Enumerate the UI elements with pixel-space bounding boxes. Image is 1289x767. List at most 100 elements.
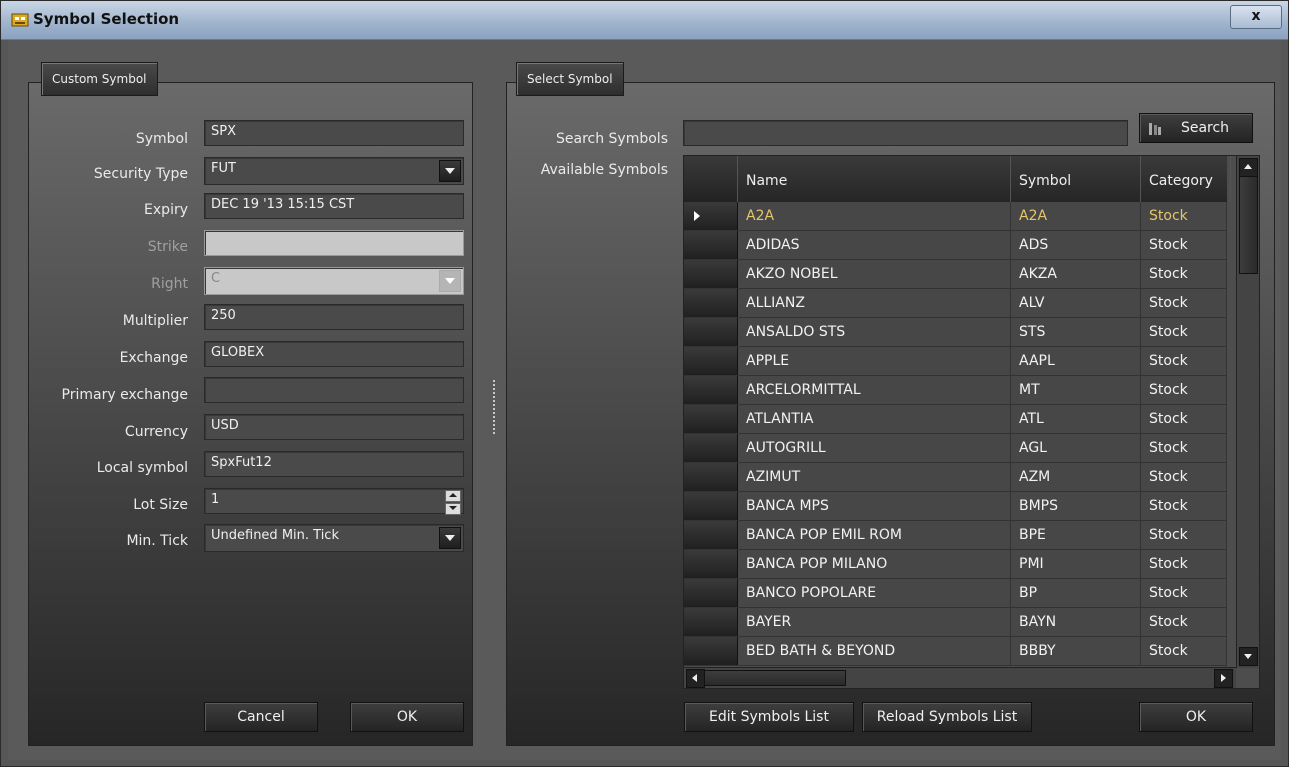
security-type-dropdown-button[interactable] xyxy=(439,160,461,182)
column-header-symbol[interactable]: Symbol xyxy=(1011,156,1141,202)
cell-category: Stock xyxy=(1141,434,1227,462)
scroll-down-button[interactable] xyxy=(1239,647,1258,666)
splitter-handle[interactable] xyxy=(493,380,497,434)
cell-name: ANSALDO STS xyxy=(738,318,1011,346)
spin-down-icon[interactable] xyxy=(445,503,461,515)
row-selector[interactable] xyxy=(684,260,738,288)
scroll-right-button[interactable] xyxy=(1214,669,1233,688)
row-selector[interactable] xyxy=(684,579,738,607)
client-area: Custom Symbol Symbol SPX Security Type F… xyxy=(8,40,1281,760)
table-row[interactable]: BED BATH & BEYOND BBBY Stock xyxy=(684,637,1227,666)
primary-exchange-field[interactable] xyxy=(204,377,464,403)
symbols-table[interactable]: Name Symbol Category A2A A2A Stock ADIDAS AD… xyxy=(683,155,1260,689)
local-symbol-field[interactable]: SpxFut12 xyxy=(204,451,464,477)
table-row[interactable]: A2A A2A Stock xyxy=(684,202,1227,231)
table-row[interactable]: BANCA POP EMIL ROM BPE Stock xyxy=(684,521,1227,550)
primary-exchange-label: Primary exchange xyxy=(61,387,188,403)
row-selector[interactable] xyxy=(684,637,738,665)
table-row[interactable]: BAYER BAYN Stock xyxy=(684,608,1227,637)
table-header: Name Symbol Category xyxy=(684,156,1231,202)
multiplier-field[interactable]: 250 xyxy=(204,304,464,330)
horizontal-scrollbar[interactable] xyxy=(684,667,1236,688)
search-button[interactable]: Search xyxy=(1139,113,1253,143)
reload-symbols-list-button[interactable]: Reload Symbols List xyxy=(862,702,1032,732)
cell-symbol: ADS xyxy=(1011,231,1141,259)
row-selector[interactable] xyxy=(684,318,738,346)
row-selector[interactable] xyxy=(684,405,738,433)
spin-up-icon[interactable] xyxy=(445,490,461,502)
symbol-selection-window: Symbol Selection x Custom Symbol Symbol … xyxy=(0,0,1289,767)
vertical-scrollbar[interactable] xyxy=(1236,156,1259,668)
symbol-field[interactable]: SPX xyxy=(204,120,464,146)
search-button-label: Search xyxy=(1180,120,1230,136)
row-selector[interactable] xyxy=(684,608,738,636)
local-symbol-label: Local symbol xyxy=(96,460,188,476)
table-row[interactable]: BANCO POPOLARE BP Stock xyxy=(684,579,1227,608)
exchange-field[interactable]: GLOBEX xyxy=(204,341,464,367)
row-selector[interactable] xyxy=(684,550,738,578)
cell-symbol: ALV xyxy=(1011,289,1141,317)
table-row[interactable]: BANCA MPS BMPS Stock xyxy=(684,492,1227,521)
edit-symbols-list-button[interactable]: Edit Symbols List xyxy=(684,702,854,732)
cell-category: Stock xyxy=(1141,637,1227,665)
cell-name: BANCO POPOLARE xyxy=(738,579,1011,607)
strike-field xyxy=(204,230,464,256)
currency-field[interactable]: USD xyxy=(204,414,464,440)
row-selector[interactable] xyxy=(684,202,738,230)
search-input[interactable] xyxy=(683,120,1128,146)
security-type-select[interactable]: FUT xyxy=(204,157,464,185)
table-row[interactable]: ARCELORMITTAL MT Stock xyxy=(684,376,1227,405)
min-tick-select[interactable]: Undefined Min. Tick xyxy=(204,524,464,552)
table-row[interactable]: APPLE AAPL Stock xyxy=(684,347,1227,376)
row-selector[interactable] xyxy=(684,521,738,549)
table-row[interactable]: AZIMUT AZM Stock xyxy=(684,463,1227,492)
multiplier-label: Multiplier xyxy=(122,313,188,329)
cell-symbol: BMPS xyxy=(1011,492,1141,520)
scroll-left-button[interactable] xyxy=(686,669,705,688)
cancel-button[interactable]: Cancel xyxy=(204,702,318,732)
lot-size-spin[interactable] xyxy=(445,490,461,515)
cell-name: ARCELORMITTAL xyxy=(738,376,1011,404)
column-header-category[interactable]: Category xyxy=(1141,156,1231,202)
table-row[interactable]: ADIDAS ADS Stock xyxy=(684,231,1227,260)
horizontal-scroll-thumb[interactable] xyxy=(704,670,846,686)
expiry-field[interactable]: DEC 19 '13 15:15 CST xyxy=(204,193,464,219)
row-selector[interactable] xyxy=(684,231,738,259)
row-selector[interactable] xyxy=(684,434,738,462)
title-bar[interactable]: Symbol Selection x xyxy=(1,1,1288,40)
close-button[interactable]: x xyxy=(1230,5,1282,29)
custom-ok-button[interactable]: OK xyxy=(350,702,464,732)
table-row[interactable]: ANSALDO STS STS Stock xyxy=(684,318,1227,347)
cell-category: Stock xyxy=(1141,405,1227,433)
cell-name: BANCA MPS xyxy=(738,492,1011,520)
table-row[interactable]: ALLIANZ ALV Stock xyxy=(684,289,1227,318)
row-selector[interactable] xyxy=(684,492,738,520)
table-row[interactable]: AUTOGRILL AGL Stock xyxy=(684,434,1227,463)
table-row[interactable]: BANCA POP MILANO PMI Stock xyxy=(684,550,1227,579)
cell-category: Stock xyxy=(1141,608,1227,636)
table-row[interactable]: ATLANTIA ATL Stock xyxy=(684,405,1227,434)
row-selector[interactable] xyxy=(684,347,738,375)
column-header-name[interactable]: Name xyxy=(738,156,1011,202)
min-tick-value: Undefined Min. Tick xyxy=(211,528,339,543)
table-row[interactable]: AKZO NOBEL AKZA Stock xyxy=(684,260,1227,289)
search-icon xyxy=(1149,123,1161,135)
app-icon xyxy=(11,13,29,27)
cell-category: Stock xyxy=(1141,202,1227,230)
select-symbol-tab: Select Symbol xyxy=(516,62,624,96)
cell-symbol: ATL xyxy=(1011,405,1141,433)
scroll-up-button[interactable] xyxy=(1239,158,1258,177)
row-selector[interactable] xyxy=(684,463,738,491)
select-ok-button[interactable]: OK xyxy=(1139,702,1253,732)
row-selector[interactable] xyxy=(684,376,738,404)
lot-size-stepper[interactable]: 1 xyxy=(204,488,464,515)
cell-category: Stock xyxy=(1141,260,1227,288)
row-selector[interactable] xyxy=(684,289,738,317)
cell-category: Stock xyxy=(1141,550,1227,578)
cell-category: Stock xyxy=(1141,289,1227,317)
min-tick-dropdown-button[interactable] xyxy=(439,527,461,549)
right-value: C xyxy=(211,271,221,286)
vertical-scroll-thumb[interactable] xyxy=(1239,176,1258,274)
cell-category: Stock xyxy=(1141,231,1227,259)
cell-symbol: STS xyxy=(1011,318,1141,346)
